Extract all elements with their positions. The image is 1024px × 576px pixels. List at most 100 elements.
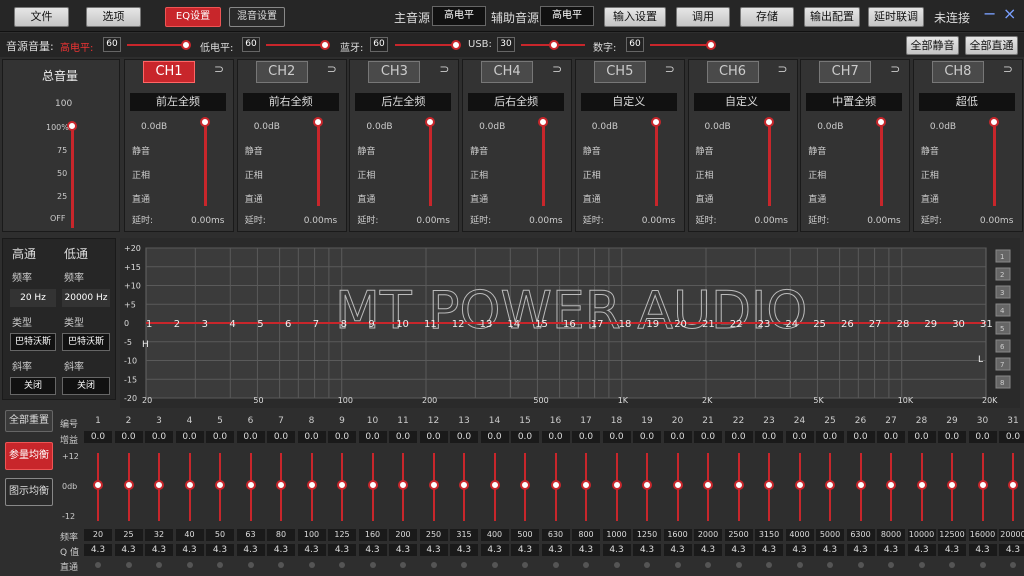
band-freq[interactable]: 20000 [999, 529, 1024, 541]
channel-delay-value[interactable]: 0.00ms [304, 216, 338, 226]
graph-eq-point[interactable]: 2 [174, 319, 180, 330]
menu-options-button[interactable]: 选项 [86, 7, 141, 27]
band-slider-knob[interactable] [764, 480, 774, 490]
channel-name[interactable]: 超低 [918, 93, 1015, 111]
band-slider-knob[interactable] [93, 480, 103, 490]
band-freq[interactable]: 125 [328, 529, 356, 541]
band-q[interactable]: 4.3 [633, 544, 661, 556]
hp-type-select[interactable]: 巴特沃斯 [10, 333, 56, 351]
band-slider-knob[interactable] [1008, 480, 1018, 490]
band-q[interactable]: 4.3 [145, 544, 173, 556]
band-freq[interactable]: 3150 [755, 529, 783, 541]
band-freq[interactable]: 8000 [877, 529, 905, 541]
channel-select-button[interactable]: CH2 [255, 61, 308, 83]
band-direct-toggle[interactable] [613, 562, 620, 568]
channel-link-icon[interactable]: ⊃ [214, 62, 224, 76]
band-gain[interactable]: 0.0 [785, 431, 814, 443]
graph-eq-point[interactable]: 13 [480, 319, 493, 330]
band-direct-toggle[interactable] [308, 562, 315, 568]
reset-all-button[interactable]: 全部重置 [5, 410, 53, 432]
band-gain[interactable]: 0.0 [846, 431, 875, 443]
band-slider-knob[interactable] [489, 480, 500, 490]
minimize-button[interactable]: − [983, 4, 996, 23]
channel-select-button[interactable]: CH5 [593, 61, 646, 83]
band-q[interactable]: 4.3 [602, 544, 631, 556]
eq-response-graph[interactable]: +20 +15 +10 +5 0 -5 -10 -15 -20 20 50 100 200 500 1K 2K… [120, 238, 1020, 408]
graph-eq-point[interactable]: 22 [730, 319, 743, 330]
band-q[interactable]: 4.3 [236, 544, 265, 556]
channel-select-button[interactable]: CH8 [931, 61, 984, 83]
bluetooth-slider-track[interactable] [395, 44, 457, 46]
band-freq[interactable]: 16000 [968, 529, 997, 541]
band-freq[interactable]: 10000 [907, 529, 936, 541]
graph-eq-point[interactable]: 11 [424, 319, 437, 330]
channel-gain-knob[interactable] [763, 117, 774, 127]
band-freq[interactable]: 40 [175, 529, 204, 541]
band-direct-toggle[interactable] [827, 562, 833, 568]
param-eq-button[interactable]: 参量均衡 [5, 442, 53, 470]
band-slider-knob[interactable] [947, 480, 957, 490]
graph-eq-point[interactable]: 3 [202, 319, 208, 330]
channel-name[interactable]: 后左全频 [355, 93, 452, 111]
channel-select-button[interactable]: CH7 [819, 61, 872, 83]
graph-eq-point[interactable]: 28 [897, 319, 910, 330]
channel-gain-track[interactable] [767, 124, 771, 206]
band-slider-knob[interactable] [886, 480, 896, 490]
band-direct-toggle[interactable] [339, 562, 345, 568]
band-q[interactable]: 4.3 [297, 544, 326, 556]
channel-gain-track[interactable] [429, 124, 433, 206]
channel-mute[interactable]: 静音 [808, 144, 826, 157]
band-freq[interactable]: 25 [114, 529, 143, 541]
band-slider-knob[interactable] [642, 480, 652, 490]
channel-select-button[interactable]: CH1 [143, 61, 195, 83]
band-direct-toggle[interactable] [888, 562, 894, 568]
band-gain[interactable]: 0.0 [511, 431, 539, 443]
band-q[interactable]: 4.3 [328, 544, 356, 556]
channel-gain-knob[interactable] [312, 117, 323, 127]
channel-delay-value[interactable]: 0.00ms [642, 216, 676, 226]
channel-select-button[interactable]: CH4 [481, 61, 534, 83]
band-freq[interactable]: 1600 [663, 529, 692, 541]
band-q[interactable]: 4.3 [419, 544, 448, 556]
channel-mute[interactable]: 静音 [132, 144, 150, 157]
band-direct-toggle[interactable] [430, 562, 437, 568]
band-slider-knob[interactable] [459, 480, 469, 490]
channel-delay-value[interactable]: 0.00ms [191, 216, 225, 226]
band-slider-knob[interactable] [611, 480, 622, 490]
band-direct-toggle[interactable] [186, 562, 193, 568]
graph-eq-point[interactable]: 10 [396, 319, 409, 330]
master-volume-track[interactable] [71, 124, 74, 228]
band-q[interactable]: 4.3 [724, 544, 753, 556]
band-q[interactable]: 4.3 [450, 544, 478, 556]
channel-gain-track[interactable] [204, 124, 207, 206]
band-slider-knob[interactable] [245, 480, 256, 490]
band-q[interactable]: 4.3 [572, 544, 600, 556]
band-slider-knob[interactable] [733, 480, 744, 490]
channel-link-icon[interactable]: ⊃ [1003, 62, 1013, 76]
band-gain[interactable]: 0.0 [328, 431, 356, 443]
graph-eq-point[interactable]: 4 [229, 319, 235, 330]
eq-settings-tab[interactable]: EQ设置 [165, 7, 221, 27]
channel-name[interactable]: 前右全频 [242, 93, 339, 111]
channel-delay-value[interactable]: 0.00ms [980, 216, 1014, 226]
band-q[interactable]: 4.3 [694, 544, 722, 556]
channel-gain-knob[interactable] [650, 117, 661, 127]
band-direct-toggle[interactable] [735, 562, 742, 568]
graph-eq-point[interactable]: 14 [507, 319, 520, 330]
channel-direct[interactable]: 直通 [132, 192, 150, 205]
channel-phase[interactable]: 正相 [921, 168, 939, 181]
band-q[interactable]: 4.3 [816, 544, 844, 556]
low-level-slider-knob[interactable] [320, 40, 330, 50]
channel-direct[interactable]: 直通 [583, 192, 601, 205]
channel-direct[interactable]: 直通 [470, 192, 488, 205]
channel-gain-track[interactable] [542, 124, 546, 206]
input-settings-button[interactable]: 输入设置 [604, 7, 666, 27]
band-direct-toggle[interactable] [461, 562, 467, 568]
graph-eq-point[interactable]: 17 [591, 319, 604, 330]
channel-delay-value[interactable]: 0.00ms [529, 216, 563, 226]
band-direct-toggle[interactable] [156, 562, 162, 568]
channel-direct[interactable]: 直通 [808, 192, 826, 205]
channel-gain-track[interactable] [654, 124, 658, 206]
band-slider-knob[interactable] [916, 480, 927, 490]
graph-eq-point[interactable]: 5 [257, 319, 263, 330]
